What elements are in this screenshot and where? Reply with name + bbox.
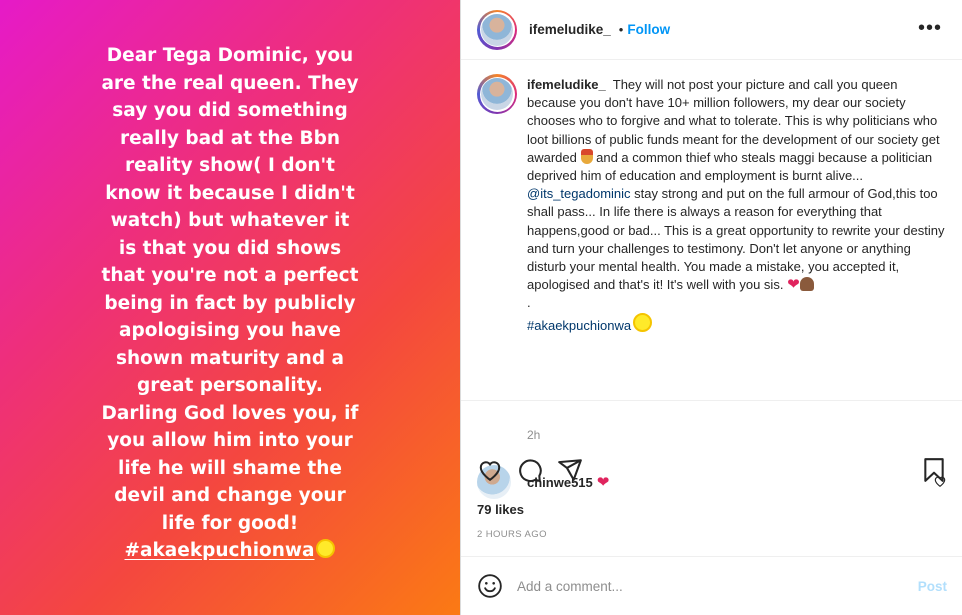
- header-username[interactable]: ifemeludike_: [529, 22, 611, 37]
- story-line: life he will shame the: [118, 457, 342, 479]
- like-heart-icon[interactable]: [477, 457, 503, 483]
- post-comment-button[interactable]: Post: [918, 579, 947, 594]
- post-side-panel: ifemeludike_ • Follow ••• ifemeludike_ T…: [460, 0, 962, 615]
- story-line: reality show( I don't: [124, 155, 335, 176]
- story-line: Dear Tega Dominic, you: [106, 45, 354, 66]
- avatar[interactable]: [477, 9, 517, 50]
- post-caption: ifemeludike_ They will not post your pic…: [527, 76, 947, 335]
- story-hashtag: #akaekpuchionwa: [124, 540, 315, 561]
- story-line: devil and change your: [114, 485, 346, 506]
- avatar-image: [481, 13, 513, 46]
- story-line: you allow him into your: [107, 430, 353, 451]
- story-line: really bad at the Bbn: [119, 127, 341, 149]
- caption-time[interactable]: 2h: [527, 428, 540, 442]
- post-header: ifemeludike_ • Follow •••: [461, 0, 962, 60]
- caption-mention-link[interactable]: @its_tegadominic: [527, 186, 631, 201]
- sun-emoji-icon: [633, 312, 653, 332]
- story-line: watch) but whatever it: [110, 210, 350, 231]
- story-line: say you did something: [112, 100, 348, 121]
- story-line: know it because I didn't: [105, 182, 355, 204]
- share-send-icon[interactable]: [557, 457, 583, 483]
- sun-emoji-icon: [316, 539, 336, 558]
- story-hashtag-line: #akaekpuchionwa: [70, 537, 390, 565]
- story-image-panel: Dear Tega Dominic, you are the real quee…: [0, 0, 460, 615]
- story-line: that you're not a perfect: [101, 265, 359, 286]
- caption-dot: .: [527, 295, 531, 311]
- caption-avatar[interactable]: [477, 74, 517, 114]
- medal-emoji-icon: [580, 148, 593, 164]
- emoji-smiley-icon[interactable]: [477, 573, 503, 599]
- add-comment-bar: Add a comment... Post: [461, 556, 962, 615]
- caption-hashtag-link[interactable]: #akaekpuchionwa: [527, 318, 631, 333]
- story-line: great personality.: [137, 375, 323, 396]
- more-options-icon[interactable]: •••: [918, 18, 942, 38]
- red-heart-emoji-icon: ❤: [787, 276, 800, 294]
- story-text: Dear Tega Dominic, you are the real quee…: [70, 42, 390, 565]
- story-line: being in fact by publicly: [104, 292, 356, 314]
- story-line: are the real queen. They: [101, 72, 359, 94]
- caption-text: stay strong and put on the full armour o…: [527, 186, 945, 293]
- save-bookmark-icon[interactable]: [921, 457, 947, 483]
- caption-section: ifemeludike_ They will not post your pic…: [461, 60, 962, 499]
- separator-dot: •: [618, 22, 624, 37]
- story-line: shown maturity and a: [116, 347, 344, 369]
- story-line: apologising you have: [119, 320, 341, 341]
- caption-username[interactable]: ifemeludike_: [527, 77, 606, 92]
- follow-button[interactable]: Follow: [627, 22, 670, 37]
- story-line: is that you did shows: [118, 237, 342, 259]
- story-line: Darling God loves you, if: [101, 402, 359, 424]
- comment-input[interactable]: Add a comment...: [517, 579, 918, 594]
- praying-hands-emoji-icon: [799, 277, 814, 292]
- likes-count[interactable]: 79 likes: [477, 502, 524, 517]
- action-bar: [477, 457, 947, 489]
- story-line: life for good!: [161, 512, 299, 534]
- comment-bubble-icon[interactable]: [517, 457, 543, 483]
- avatar-image: [481, 78, 513, 110]
- post-timestamp: 2 HOURS AGO: [477, 529, 547, 540]
